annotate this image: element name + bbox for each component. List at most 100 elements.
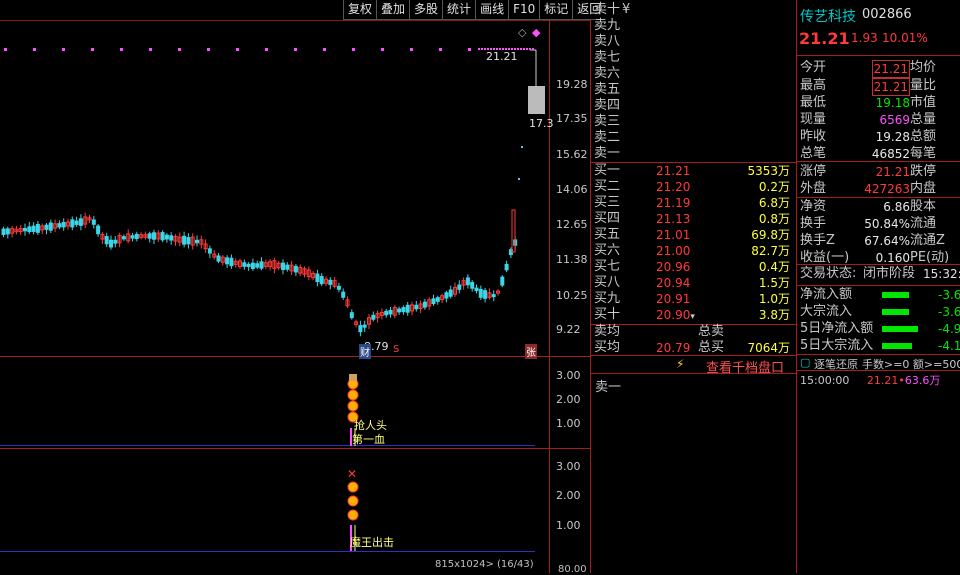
quote-row: 换手 50.84% 流通: [800, 216, 960, 232]
sell-row[interactable]: 卖六: [594, 66, 794, 82]
stats-button[interactable]: 统计: [442, 0, 476, 20]
sell-row[interactable]: 卖二: [594, 130, 794, 146]
buy-price: 21.20: [656, 180, 691, 194]
candle-body: [61, 221, 66, 228]
finance-marker[interactable]: 财: [359, 344, 371, 359]
quote-row: 收益(一) 0.160 PE(动): [800, 250, 960, 266]
quote-value: 46852: [871, 147, 910, 161]
flow-value: -4.9: [938, 322, 960, 336]
candle-body: [96, 225, 101, 235]
candle-body: [255, 263, 260, 268]
s-marker[interactable]: S: [393, 344, 399, 355]
buy-volume: 3.8万: [758, 308, 790, 322]
sell-row[interactable]: 卖五: [594, 82, 794, 98]
tick-restore-label[interactable]: 逐笔还原: [814, 356, 858, 372]
tick-filter[interactable]: 手数>=0 额>=50000: [862, 356, 960, 372]
price-axis-label: 11.38: [556, 253, 588, 266]
candle-body: [23, 227, 27, 232]
candle-body: [147, 233, 152, 239]
sell-row[interactable]: 卖三: [594, 114, 794, 130]
candle-body: [48, 222, 53, 231]
candle-body: [293, 265, 298, 273]
price-axis-label: 9.22: [556, 323, 581, 336]
signal-circle: [347, 509, 359, 521]
indicator2-axis-label: 2.00: [556, 489, 581, 502]
quote-row: 净资 6.86 股本: [800, 199, 960, 215]
sell-row[interactable]: 卖十 ¥: [594, 2, 794, 18]
buy-volume: 1.5万: [758, 276, 790, 290]
fuquan-button[interactable]: 复权: [343, 0, 377, 20]
buy-volume: 6.8万: [758, 196, 790, 210]
candle-body: [1, 228, 6, 235]
buy-row[interactable]: 买二 21.20 0.2万: [594, 179, 794, 195]
tick-restore-checkbox-icon[interactable]: ▢: [800, 356, 810, 369]
indicator2-axis-label: 3.00: [556, 460, 581, 473]
sell-row[interactable]: 卖四: [594, 98, 794, 114]
candle-body: [5, 228, 10, 235]
quote-label-2: 每笔: [910, 146, 937, 161]
sell-row[interactable]: 卖七: [594, 50, 794, 66]
quote-value: 21.21: [875, 165, 910, 179]
candle-body: [470, 281, 475, 289]
candle-body: [444, 292, 449, 299]
tick-price: 21.21: [866, 374, 899, 387]
trade-status-time: 15:32:3: [923, 267, 960, 281]
buy-row[interactable]: 买十 20.90▾ 3.8万: [594, 307, 794, 323]
indicator2-axis-label: 1.00: [556, 519, 581, 532]
buy-price: 21.13: [656, 212, 691, 226]
buy-row[interactable]: 买五 21.01 69.8万: [594, 227, 794, 243]
f10-button[interactable]: F10: [508, 0, 540, 20]
buy-row[interactable]: 买六 21.00 82.7万: [594, 243, 794, 259]
quote-label-2: 总额: [910, 129, 937, 144]
candle-body: [225, 257, 230, 265]
limit-dot: [526, 48, 528, 50]
view-depth-button[interactable]: 查看千档盘口: [706, 357, 784, 376]
candle-body: [57, 223, 62, 228]
quote-row: 外盘 427263 内盘: [800, 181, 960, 197]
buy-price: 20.90▾: [656, 308, 695, 322]
buy-row[interactable]: 买九 20.91 1.0万: [594, 291, 794, 307]
sell-row[interactable]: 卖八: [594, 34, 794, 50]
buy-row[interactable]: 买四 21.13 0.8万: [594, 211, 794, 227]
candle-body: [182, 235, 187, 245]
quote-value: 6.86: [883, 200, 910, 214]
limit-dot: [481, 48, 483, 50]
limit-dot: [91, 48, 94, 51]
trade-status-row: 交易状态: 闭市阶段 15:32:3: [800, 266, 960, 282]
limit-dot: [178, 48, 181, 51]
candle-body: [164, 234, 169, 240]
indicator1-axis-label: 1.00: [556, 417, 581, 430]
limit-dot: [468, 48, 471, 51]
candle-body: [27, 226, 32, 233]
quote-label: 最高: [800, 78, 827, 93]
candle-body: [134, 233, 139, 240]
currency-icon: ¥: [622, 2, 631, 17]
candle-body: [504, 263, 509, 271]
candle-body: [349, 312, 354, 319]
draw-line-button[interactable]: 画线: [475, 0, 509, 20]
sell-row[interactable]: 卖一: [594, 146, 794, 162]
avg-sell-label: 卖均: [594, 324, 621, 339]
candle-body: [328, 279, 333, 285]
sell-row[interactable]: 卖九: [594, 18, 794, 34]
buy-row[interactable]: 买三 21.19 6.8万: [594, 195, 794, 211]
candle-body: [31, 225, 36, 232]
total-buy-value: 7064万: [747, 341, 790, 355]
candle-body: [44, 224, 49, 230]
overlay-button[interactable]: 叠加: [376, 0, 410, 20]
signal-circle: [347, 481, 359, 493]
mark-button[interactable]: 标记: [539, 0, 573, 20]
buy-row[interactable]: 买一 21.21 5353万: [594, 163, 794, 179]
limit-up-marker[interactable]: 张: [525, 344, 537, 359]
avg-buy-value: 20.79: [656, 341, 691, 355]
buy-level-label: 买四: [594, 211, 621, 226]
avg-buy-label: 买均: [594, 340, 621, 355]
quote-value: 50.84%: [864, 217, 910, 231]
limit-dot: [236, 48, 239, 51]
candle-body: [435, 297, 440, 302]
candle-body: [500, 276, 505, 286]
quote-value: 67.64%: [864, 234, 910, 248]
buy-row[interactable]: 买八 20.94 1.5万: [594, 275, 794, 291]
buy-row[interactable]: 买七 20.96 0.4万: [594, 259, 794, 275]
multi-stock-button[interactable]: 多股: [409, 0, 443, 20]
